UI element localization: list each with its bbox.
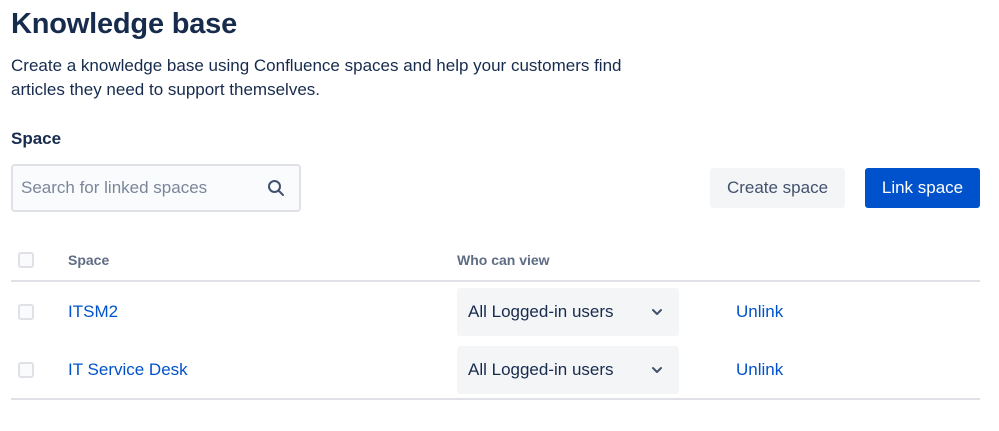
table-row: IT Service Desk All Logged-in users Unli… xyxy=(11,340,980,398)
chevron-down-icon xyxy=(652,309,662,315)
who-can-view-value: All Logged-in users xyxy=(468,360,614,379)
table-bottom-divider xyxy=(11,398,980,400)
table-header: Space Who can view xyxy=(11,240,980,282)
who-can-view-value: All Logged-in users xyxy=(468,302,614,321)
search-field[interactable] xyxy=(11,164,301,212)
space-section-label: Space xyxy=(11,129,62,148)
page-title: Knowledge base xyxy=(11,8,238,40)
create-space-button[interactable]: Create space xyxy=(710,168,845,208)
linked-spaces-table: Space Who can view ITSM2 All Logged-in u… xyxy=(11,240,980,400)
row-checkbox[interactable] xyxy=(18,362,34,378)
column-header-who-can-view: Who can view xyxy=(457,252,550,268)
table-row: ITSM2 All Logged-in users Unlink xyxy=(11,282,980,340)
who-can-view-select[interactable]: All Logged-in users xyxy=(457,346,679,394)
link-space-button[interactable]: Link space xyxy=(865,168,980,208)
page-description: Create a knowledge base using Confluence… xyxy=(11,56,622,99)
row-checkbox[interactable] xyxy=(18,304,34,320)
space-link[interactable]: ITSM2 xyxy=(68,302,118,322)
who-can-view-select[interactable]: All Logged-in users xyxy=(457,288,679,336)
search-icon xyxy=(268,180,284,196)
space-link[interactable]: IT Service Desk xyxy=(68,360,188,380)
select-all-checkbox[interactable] xyxy=(18,252,34,268)
column-header-space: Space xyxy=(68,252,110,268)
unlink-button[interactable]: Unlink xyxy=(736,302,783,322)
search-input[interactable] xyxy=(13,166,253,210)
chevron-down-icon xyxy=(652,367,662,373)
unlink-button[interactable]: Unlink xyxy=(736,360,783,380)
